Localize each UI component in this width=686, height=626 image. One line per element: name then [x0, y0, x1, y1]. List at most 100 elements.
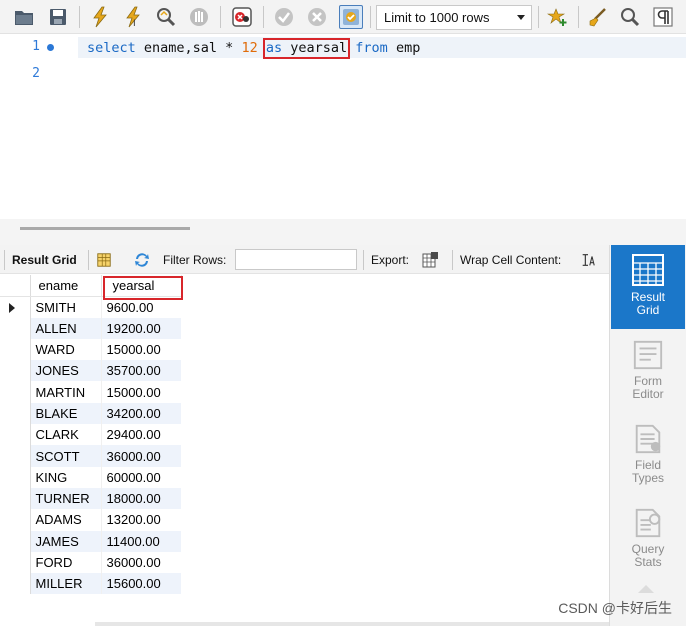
- table-row[interactable]: SCOTT 36000.00: [0, 445, 181, 467]
- cell-yearsal[interactable]: 35700.00: [101, 360, 181, 382]
- watermark: CSDN @卡好后生: [558, 600, 672, 616]
- cell-ename[interactable]: WARD: [30, 338, 102, 361]
- row-header[interactable]: [0, 466, 31, 488]
- execute-icon[interactable]: [88, 5, 112, 29]
- cell-ename[interactable]: ALLEN: [30, 317, 102, 339]
- current-row-arrow-icon: [9, 302, 15, 313]
- table-row[interactable]: TURNER 18000.00: [0, 487, 181, 510]
- alias-highlight-box: as yearsal: [262, 38, 351, 59]
- cell-yearsal[interactable]: 29400.00: [101, 424, 181, 446]
- row-header[interactable]: [0, 317, 31, 339]
- table-row[interactable]: WARD 15000.00: [0, 338, 181, 361]
- cell-yearsal[interactable]: 15600.00: [101, 573, 181, 595]
- row-header[interactable]: [0, 296, 31, 318]
- table-row[interactable]: JAMES 11400.00: [0, 530, 181, 552]
- query-stats-panel-button[interactable]: Query Stats: [611, 499, 685, 583]
- autocommit-icon[interactable]: [339, 5, 363, 29]
- field-types-icon: [635, 424, 661, 454]
- toggle-error-icon[interactable]: [230, 5, 254, 29]
- limit-rows-select[interactable]: Limit to 1000 rows: [376, 5, 532, 30]
- cell-yearsal[interactable]: 15000.00: [101, 338, 181, 361]
- row-header[interactable]: [0, 360, 31, 382]
- row-header[interactable]: [0, 551, 31, 574]
- row-header[interactable]: [0, 424, 31, 446]
- wrap-cell-icon[interactable]: [578, 250, 598, 270]
- cell-yearsal[interactable]: 60000.00: [101, 466, 181, 488]
- cell-ename[interactable]: SCOTT: [30, 445, 102, 467]
- explain-icon[interactable]: [154, 5, 178, 29]
- find-icon[interactable]: [618, 5, 642, 29]
- grid-columns-icon[interactable]: [94, 250, 114, 270]
- cell-yearsal[interactable]: 13200.00: [101, 509, 181, 531]
- cell-yearsal[interactable]: 18000.00: [101, 487, 181, 510]
- sql-alias: yearsal: [282, 40, 348, 56]
- table-row[interactable]: JONES 35700.00: [0, 360, 181, 382]
- form-editor-panel-button[interactable]: Form Editor: [611, 331, 685, 415]
- commit-icon[interactable]: [272, 5, 296, 29]
- refresh-icon[interactable]: [132, 250, 152, 270]
- cell-yearsal[interactable]: 34200.00: [101, 402, 181, 425]
- sql-table: emp: [387, 40, 421, 56]
- export-icon[interactable]: [420, 250, 440, 270]
- cell-yearsal[interactable]: 36000.00: [101, 445, 181, 467]
- result-grid-panel-button[interactable]: Result Grid: [611, 245, 685, 329]
- cell-ename[interactable]: ADAMS: [30, 509, 102, 531]
- beautify-icon[interactable]: [586, 5, 610, 29]
- row-header[interactable]: [0, 509, 31, 531]
- result-grid-label[interactable]: Result Grid: [12, 253, 77, 267]
- result-side-panel: Result Grid Form Editor Field Types Quer…: [609, 245, 686, 626]
- column-header-ename[interactable]: ename: [30, 275, 102, 297]
- field-types-panel-button[interactable]: Field Types: [611, 415, 685, 499]
- cell-ename[interactable]: MILLER: [30, 573, 102, 595]
- result-grid[interactable]: ename yearsal SMITH 9600.00 ALLEN 19200.00 W…: [0, 275, 609, 626]
- table-row[interactable]: MILLER 15600.00: [0, 573, 181, 595]
- cell-ename[interactable]: TURNER: [30, 487, 102, 510]
- horizontal-scrollbar[interactable]: [20, 227, 190, 230]
- row-header[interactable]: [0, 573, 31, 595]
- cell-ename[interactable]: CLARK: [30, 424, 102, 446]
- cell-ename[interactable]: JAMES: [30, 530, 102, 552]
- row-header[interactable]: [0, 530, 31, 552]
- invisible-chars-icon[interactable]: [651, 5, 675, 29]
- stop-icon[interactable]: [187, 5, 211, 29]
- panel-splitter[interactable]: [0, 219, 686, 245]
- rollback-icon[interactable]: [305, 5, 329, 29]
- cell-yearsal[interactable]: 11400.00: [101, 530, 181, 552]
- table-row[interactable]: CLARK 29400.00: [0, 424, 181, 446]
- cell-ename[interactable]: FORD: [30, 551, 102, 574]
- filter-rows-input[interactable]: [235, 249, 357, 270]
- sql-number: 12: [241, 40, 258, 56]
- column-header-yearsal[interactable]: yearsal: [101, 275, 183, 300]
- query-toolbar: I Limit to 1000 rows: [0, 0, 686, 34]
- cell-ename[interactable]: JONES: [30, 360, 102, 382]
- row-header[interactable]: [0, 487, 31, 510]
- cell-ename[interactable]: KING: [30, 466, 102, 488]
- wrap-cell-label: Wrap Cell Content:: [460, 253, 562, 267]
- scroll-more-icon[interactable]: [638, 585, 654, 593]
- cell-ename[interactable]: BLAKE: [30, 402, 102, 425]
- open-folder-icon[interactable]: [12, 5, 36, 29]
- table-row[interactable]: KING 60000.00: [0, 466, 181, 488]
- add-snippet-icon[interactable]: [546, 5, 570, 29]
- table-header-row: ename yearsal: [0, 275, 183, 300]
- cell-yearsal[interactable]: 36000.00: [101, 551, 181, 574]
- row-header[interactable]: [0, 381, 31, 403]
- sql-editor[interactable]: 1 2 select ename,sal * 12 as yearsal fro…: [0, 35, 686, 219]
- save-icon[interactable]: [46, 5, 70, 29]
- table-row[interactable]: FORD 36000.00: [0, 551, 181, 574]
- chevron-down-icon: [517, 15, 525, 20]
- row-header[interactable]: [0, 402, 31, 425]
- table-row[interactable]: BLAKE 34200.00: [0, 402, 181, 425]
- row-header[interactable]: [0, 338, 31, 361]
- cell-yearsal[interactable]: 15000.00: [101, 381, 181, 403]
- table-row[interactable]: ALLEN 19200.00: [0, 317, 181, 339]
- table-row[interactable]: MARTIN 15000.00: [0, 381, 181, 403]
- table-row[interactable]: ADAMS 13200.00: [0, 509, 181, 531]
- row-header-corner: [0, 275, 31, 297]
- row-header[interactable]: [0, 445, 31, 467]
- cell-ename[interactable]: MARTIN: [30, 381, 102, 403]
- cell-ename[interactable]: SMITH: [30, 296, 102, 318]
- table-body: SMITH 9600.00 ALLEN 19200.00 WARD 15000.00 JON…: [0, 296, 181, 595]
- execute-current-icon[interactable]: I: [121, 5, 145, 29]
- cell-yearsal[interactable]: 19200.00: [101, 317, 181, 339]
